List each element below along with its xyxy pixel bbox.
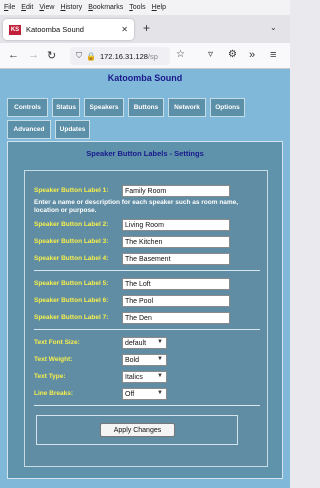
label-6-text: Speaker Button Label 6:: [34, 297, 109, 304]
label-7-text: Speaker Button Label 7:: [34, 314, 109, 321]
url-text: 172.16.31.128: [99, 51, 148, 61]
tab-controls[interactable]: Controls: [7, 98, 48, 117]
text-type-value: Italics: [125, 373, 143, 381]
reload-icon[interactable]: ↻: [47, 49, 56, 62]
tab-speakers[interactable]: Speakers: [84, 98, 124, 117]
label-5-input[interactable]: The Loft: [122, 278, 230, 290]
menu-file[interactable]: File: [4, 4, 15, 11]
tab-buttons[interactable]: Buttons: [128, 98, 164, 117]
line-breaks-select[interactable]: Off ▼: [122, 388, 167, 400]
tab-updates[interactable]: Updates: [55, 120, 90, 139]
menu-bar: File Edit View History Bookmarks Tools H…: [0, 0, 290, 15]
url-faded-text: /sp: [147, 51, 158, 61]
chevron-down-icon: ▼: [157, 339, 163, 345]
tab-bar: KS Katoomba Sound ✕ + ⌄: [0, 15, 290, 43]
font-size-select[interactable]: default ▼: [122, 337, 167, 349]
browser-tab[interactable]: KS Katoomba Sound ✕: [3, 19, 134, 40]
label-6-input[interactable]: The Pool: [122, 295, 230, 307]
font-size-label: Text Font Size:: [34, 339, 80, 346]
close-icon[interactable]: ✕: [121, 25, 128, 34]
tab-advanced[interactable]: Advanced: [7, 120, 51, 139]
tab-network[interactable]: Network: [168, 98, 206, 117]
label-3-input[interactable]: The Kitchen: [122, 236, 230, 248]
site-title: Katoomba Sound: [107, 73, 183, 83]
menu-edit[interactable]: Edit: [21, 4, 33, 11]
label-5-text: Speaker Button Label 5:: [34, 280, 109, 287]
apply-box: Apply Changes: [36, 415, 238, 445]
extensions-icon[interactable]: ⚙: [228, 49, 237, 60]
pocket-icon[interactable]: ▿: [208, 49, 213, 60]
chevron-down-icon: ▼: [157, 356, 163, 362]
label-7-input[interactable]: The Den: [122, 312, 230, 324]
menu-bookmarks[interactable]: Bookmarks: [88, 4, 123, 11]
shield-icon[interactable]: ⛉: [76, 51, 82, 61]
bookmark-star-icon[interactable]: ☆: [176, 49, 185, 60]
menu-history[interactable]: History: [60, 4, 82, 11]
hamburger-menu-icon[interactable]: ≡: [270, 49, 276, 61]
settings-form: Speaker Button Label 1: Family Room Ente…: [24, 170, 268, 467]
label-2-text: Speaker Button Label 2:: [34, 221, 109, 228]
favicon-icon: KS: [9, 24, 21, 35]
line-breaks-value: Off: [125, 390, 135, 398]
chevron-down-icon[interactable]: ⌄: [270, 23, 277, 32]
label-4-text: Speaker Button Label 4:: [34, 255, 109, 262]
text-weight-select[interactable]: Bold ▼: [122, 354, 167, 366]
apply-changes-button[interactable]: Apply Changes: [100, 423, 175, 437]
web-page: Katoomba Sound Controls Status Speakers …: [0, 69, 290, 488]
text-weight-label: Text Weight:: [34, 356, 73, 363]
tab-status[interactable]: Status: [52, 98, 80, 117]
url-bar[interactable]: ⛉ 🔒 172.16.31.128/sp: [70, 47, 170, 65]
text-type-select[interactable]: Italics ▼: [122, 371, 167, 383]
lock-icon[interactable]: 🔒: [86, 52, 96, 61]
menu-view[interactable]: View: [39, 4, 54, 11]
back-icon[interactable]: ←: [8, 49, 19, 61]
menu-help[interactable]: Help: [152, 4, 166, 11]
chevron-down-icon: ▼: [157, 390, 163, 396]
text-weight-value: Bold: [125, 356, 140, 364]
label-1-input[interactable]: Family Room: [122, 185, 230, 197]
menu-tools[interactable]: Tools: [129, 4, 145, 11]
forward-icon[interactable]: →: [28, 49, 39, 61]
chevron-down-icon: ▼: [157, 373, 163, 379]
font-size-value: default: [125, 339, 147, 347]
panel-title: Speaker Button Labels - Settings: [86, 149, 204, 158]
overflow-icon[interactable]: »: [249, 49, 255, 61]
help-text: Enter a name or description for each spe…: [34, 199, 239, 214]
label-3-text: Speaker Button Label 3:: [34, 238, 109, 245]
navigation-bar: ← → ↻ ⛉ 🔒 172.16.31.128/sp ☆ ▿ ⚙ » ≡: [0, 43, 290, 69]
text-type-label: Text Type:: [34, 373, 66, 380]
new-tab-icon[interactable]: +: [143, 21, 150, 35]
line-breaks-label: Line Breaks:: [34, 390, 74, 397]
divider: [34, 329, 260, 330]
divider: [34, 270, 260, 271]
tab-options[interactable]: Options: [210, 98, 245, 117]
label-1-text: Speaker Button Label 1:: [34, 187, 109, 194]
settings-panel: Speaker Button Labels - Settings Speaker…: [7, 141, 283, 479]
divider: [34, 405, 260, 406]
label-2-input[interactable]: Living Room: [122, 219, 230, 231]
label-4-input[interactable]: The Basement: [122, 253, 230, 265]
tab-title: Katoomba Sound: [26, 25, 84, 34]
